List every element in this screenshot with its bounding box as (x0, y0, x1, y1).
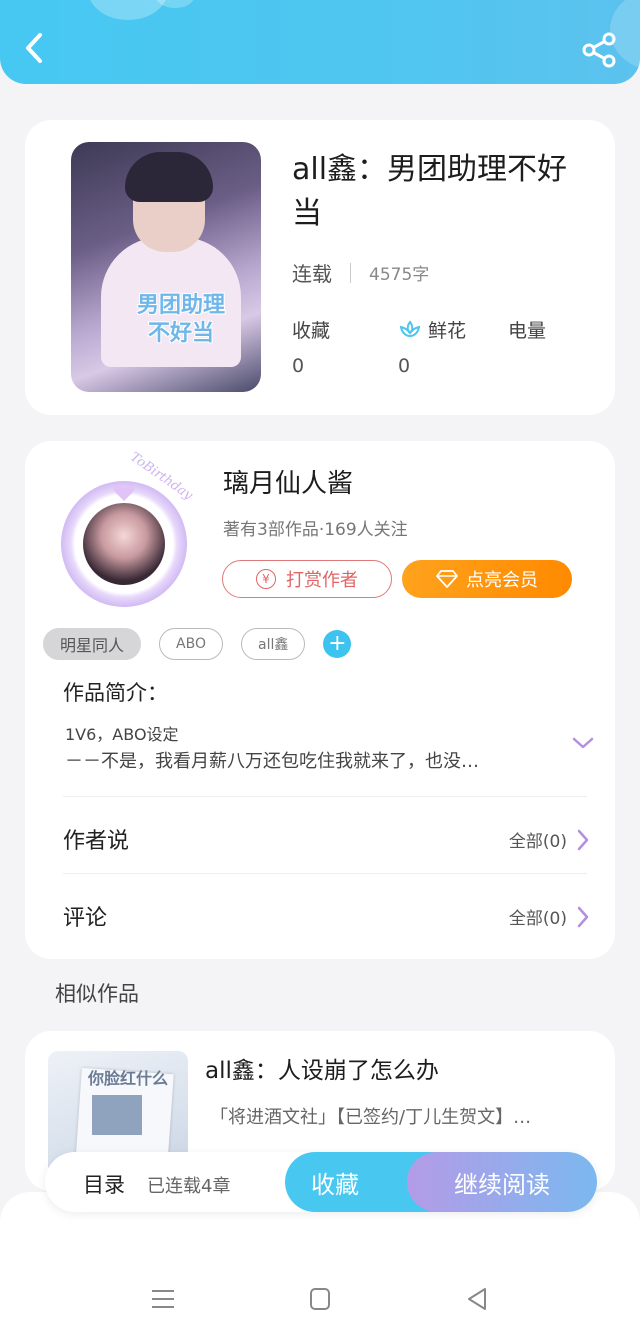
word-count: 4575字 (369, 265, 430, 285)
stat-power: 电量 (508, 316, 546, 355)
flower-icon (399, 319, 421, 337)
intro-heading: 作品简介： (63, 681, 168, 705)
book-status-row: 连载 4575字 (292, 258, 429, 287)
stat-flowers[interactable]: 鲜花 0 (398, 316, 466, 377)
chevron-right-icon (577, 829, 589, 850)
back-button[interactable] (20, 30, 50, 66)
bottom-action-bar: 目录 已连载4章 收藏 继续阅读 (45, 1152, 597, 1212)
avatar (83, 503, 165, 585)
cover-art (92, 1095, 142, 1135)
cover-title-text: 你脸红什么 (88, 1069, 169, 1088)
stat-value: 0 (292, 355, 305, 377)
book-stats: 收藏 0 鲜花 0 电量 (292, 316, 592, 377)
cover-art (125, 152, 213, 202)
back-nav-button[interactable] (463, 1284, 493, 1314)
stat-label-wrap: 鲜花 (398, 316, 466, 343)
menu-nav-button[interactable] (148, 1284, 178, 1314)
favorite-label: 收藏 (311, 1170, 359, 1199)
diamond-icon (436, 570, 458, 588)
tip-author-button[interactable]: ¥ 打赏作者 (222, 560, 392, 598)
add-tag-button[interactable]: + (323, 630, 352, 658)
chevron-down-icon (572, 737, 594, 749)
expand-intro-button[interactable] (571, 735, 595, 751)
author-name[interactable]: 璃月仙人酱 (223, 463, 353, 500)
comments-all-link[interactable]: 全部(0) (509, 904, 589, 929)
similar-work-title: all鑫：人设崩了怎么办 (205, 1058, 439, 1084)
intro-text: 1V6，ABO设定 (65, 725, 179, 744)
tag-chip[interactable]: ABO (159, 628, 223, 660)
cover-text-line: 不好当 (147, 321, 214, 346)
bottom-sheet (0, 1192, 640, 1337)
divider (63, 873, 587, 874)
chevron-left-icon (26, 33, 42, 63)
continue-reading-label: 继续阅读 (454, 1170, 550, 1199)
triangle-back-icon (468, 1288, 486, 1310)
heart-icon (113, 484, 135, 501)
toc-button[interactable]: 目录 (83, 1169, 125, 1199)
menu-icon (152, 1290, 174, 1308)
book-title: all鑫：男团助理不好当 (292, 152, 568, 231)
author-card: ToBirthday 璃月仙人酱 著有3部作品·169人关注 ¥ 打赏作者 点亮… (25, 441, 615, 959)
vip-button[interactable]: 点亮会员 (402, 560, 572, 598)
comments-count: 全部(0) (508, 909, 567, 929)
cover-text-line: 男团助理 (136, 293, 225, 318)
chapter-count: 已连载4章 (147, 1176, 231, 1197)
tag-chip[interactable]: all鑫 (240, 628, 306, 660)
similar-work-desc: 「将进酒文社」【已签约/丁儿生贺文】… (210, 1107, 532, 1128)
stat-label: 鲜花 (428, 320, 467, 342)
cover-title-text: 男团助理 不好当 (121, 292, 241, 348)
intro-text: －－不是，我看月薪八万还包吃住我就来了，也没… (65, 751, 479, 772)
chevron-right-icon (577, 906, 589, 927)
comments-label[interactable]: 评论 (63, 900, 107, 932)
divider (63, 796, 587, 797)
author-says-count: 全部(0) (508, 832, 567, 852)
book-cover[interactable]: 男团助理 不好当 (71, 142, 261, 392)
tip-author-label: 打赏作者 (286, 570, 358, 591)
author-meta: 著有3部作品·169人关注 (223, 520, 408, 540)
author-says-all-link[interactable]: 全部(0) (509, 827, 589, 852)
share-button[interactable] (580, 32, 618, 68)
header-decor (88, 0, 168, 20)
plus-icon: + (328, 631, 347, 656)
stat-favorites: 收藏 0 (292, 316, 330, 377)
top-header (0, 0, 640, 84)
yen-icon: ¥ (256, 569, 276, 589)
author-avatar[interactable]: ToBirthday (55, 450, 195, 607)
stat-label: 收藏 (292, 320, 331, 342)
continue-reading-button[interactable]: 继续阅读 (407, 1152, 597, 1212)
stat-value: 0 (398, 355, 411, 377)
square-icon (310, 1288, 330, 1310)
home-nav-button[interactable] (305, 1284, 335, 1314)
tag-list: 明星同人 ABO all鑫 + (43, 628, 352, 660)
serial-status: 连载 (292, 262, 332, 286)
vip-label: 点亮会员 (466, 570, 538, 591)
similar-works-heading: 相似作品 (55, 982, 139, 1006)
author-says-label[interactable]: 作者说 (63, 823, 129, 855)
tag-chip[interactable]: 明星同人 (43, 628, 142, 660)
stat-label: 电量 (508, 320, 547, 342)
share-icon (582, 32, 616, 68)
book-info-card: 男团助理 不好当 all鑫：男团助理不好当 连载 4575字 收藏 0 鲜花 0… (25, 120, 615, 415)
divider (350, 262, 351, 283)
